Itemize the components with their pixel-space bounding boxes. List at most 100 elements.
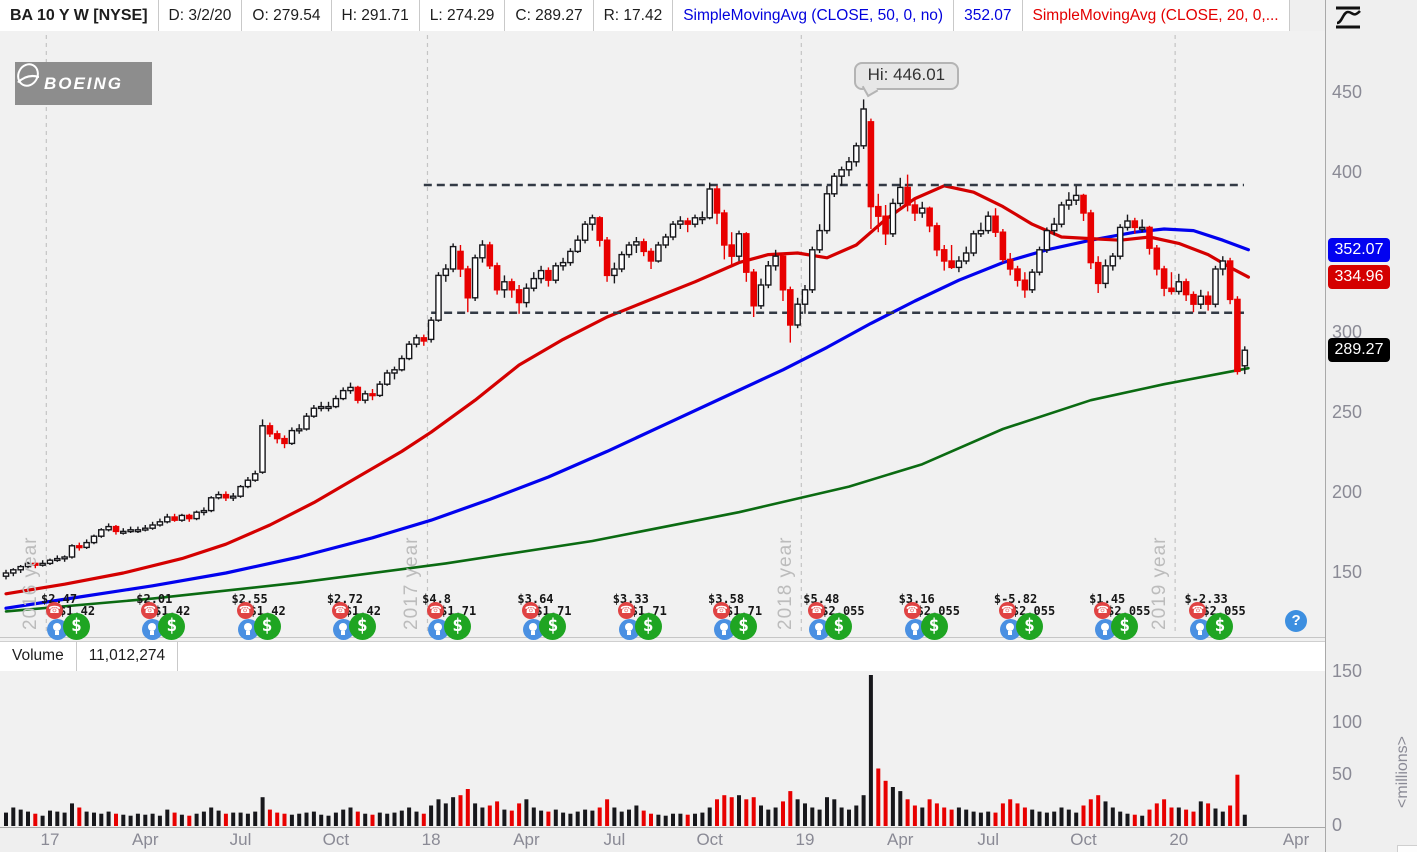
indicator-tool-icon[interactable] (1332, 4, 1366, 30)
sma50-line[interactable] (4, 227, 1251, 610)
candle-body (618, 253, 625, 270)
candle-body (442, 268, 450, 277)
candle-body (339, 389, 347, 400)
volume-bar (671, 813, 675, 826)
time-axis-tick: Oct (322, 830, 350, 849)
toolbar-cell[interactable]: D: 3/2/20 (158, 0, 243, 31)
candle-body (794, 303, 801, 326)
volume-bar (597, 807, 602, 826)
candle-body (948, 260, 955, 269)
help-icon[interactable]: ? (1285, 610, 1308, 632)
candle-body (75, 545, 83, 549)
candle-body (1138, 226, 1146, 230)
price-chart-pane[interactable]: BOEING Hi: 446.01 $2.47 $1.42 ☎ $ $2.01 $1.42… (0, 31, 1325, 640)
volume-bar (62, 812, 67, 826)
dividend-dollar-icon[interactable]: $ (634, 613, 662, 640)
candle-body (1080, 194, 1087, 214)
toolbar-cell[interactable]: O: 279.54 (242, 0, 332, 31)
dividend-dollar-icon[interactable]: $ (348, 613, 376, 640)
dividend-dollar-icon[interactable]: $ (62, 613, 90, 640)
candle-body (1058, 204, 1065, 225)
earnings-call-icon[interactable]: ☎ (998, 602, 1016, 619)
volume-bar (517, 803, 522, 826)
chart-toolbar: BA 10 Y W [NYSE] D: 3/2/20 O: 279.54 H: 291… (0, 0, 1417, 32)
volume-bar (1206, 803, 1211, 826)
candles-layer[interactable] (2, 99, 1249, 580)
toolbar-cell[interactable]: SimpleMovingAvg (CLOSE, 20, 0,... (1022, 0, 1290, 31)
time-axis-tick: 17 (40, 830, 60, 849)
candle-body (251, 473, 259, 481)
candle-body (1168, 287, 1175, 293)
toolbar-cell[interactable]: H: 291.71 (331, 0, 420, 31)
candle-body (977, 229, 985, 235)
candle-body (603, 239, 611, 277)
dividend-dollar-icon[interactable]: $ (730, 613, 757, 640)
price-axis-tick: 200 (1332, 482, 1363, 502)
candle-body (46, 559, 54, 565)
volume-bar (612, 807, 617, 826)
volume-indicator-label[interactable]: Volume (0, 642, 77, 671)
candle-body (310, 407, 318, 417)
volume-bar (1044, 812, 1049, 826)
candle-body (391, 369, 398, 374)
dividend-dollar-icon[interactable]: $ (920, 613, 948, 640)
candle-body (178, 514, 186, 521)
volume-bar (1096, 795, 1101, 826)
toolbar-cell[interactable]: R: 17.42 (593, 0, 674, 31)
volume-bar (179, 814, 184, 826)
candle-body (420, 337, 428, 342)
candle-body (1197, 295, 1205, 305)
candle-body (1021, 279, 1029, 291)
volume-bar (326, 815, 331, 826)
candle-body (1234, 298, 1241, 373)
year-label: 2016 year (20, 536, 42, 630)
volume-bar (70, 803, 74, 826)
price-axis[interactable]: <millions> 450400350300250200150352.0733… (1325, 0, 1417, 852)
candle-body (640, 241, 647, 253)
toolbar-cell[interactable]: SimpleMovingAvg (CLOSE, 50, 0, no) (673, 0, 955, 31)
earnings-call-icon[interactable]: ☎ (617, 602, 635, 619)
toolbar-cell[interactable]: C: 289.27 (505, 0, 594, 31)
volume-bar (26, 811, 30, 826)
earnings-call-icon[interactable]: ☎ (236, 602, 254, 619)
volume-chart-pane[interactable] (0, 671, 1325, 828)
dividend-dollar-icon[interactable]: $ (253, 613, 281, 640)
symbol-timeframe-cell[interactable]: BA 10 Y W [NYSE] (0, 0, 159, 31)
volume-bar (348, 807, 353, 826)
earnings-call-icon[interactable]: ☎ (427, 602, 445, 619)
volume-bar (531, 807, 536, 826)
dividend-dollar-icon[interactable]: $ (1015, 613, 1043, 640)
time-axis-tick: 20 (1169, 830, 1189, 849)
earnings-call-icon[interactable]: ☎ (331, 602, 349, 619)
volume-bar (223, 813, 228, 826)
candle-body (904, 186, 911, 206)
candle-body (611, 268, 618, 277)
earnings-call-icon[interactable]: ☎ (45, 602, 63, 619)
candle-body (684, 220, 691, 225)
time-axis[interactable]: 17 Apr Jul Oct 18 Apr Jul Oct 19 Apr Jul Oct 20 Apr (0, 828, 1325, 852)
sma200-line[interactable] (4, 366, 1250, 613)
dividend-dollar-icon[interactable]: $ (444, 613, 472, 640)
candle-body (134, 529, 142, 533)
volume-bars-layer[interactable] (4, 675, 1247, 826)
earnings-call-icon[interactable]: ☎ (713, 602, 730, 619)
candle-body (193, 511, 200, 520)
toolbar-cell[interactable]: L: 274.29 (419, 0, 506, 31)
volume-bar (1140, 815, 1145, 826)
volume-bar (854, 805, 859, 826)
volume-chart-canvas[interactable] (0, 671, 1325, 827)
candle-body (141, 527, 149, 531)
boeing-logo-icon (17, 63, 39, 87)
volume-bar (956, 807, 961, 826)
toolbar-cell[interactable]: 352.07 (954, 0, 1023, 31)
volume-bar (502, 809, 507, 826)
volume-bar (1220, 811, 1225, 826)
volume-bar (289, 814, 294, 826)
dividend-dollar-icon[interactable]: $ (1111, 613, 1139, 640)
candle-body (699, 217, 706, 221)
price-chart-canvas[interactable] (0, 31, 1325, 671)
volume-bar (421, 813, 426, 826)
candle-body (61, 556, 68, 560)
candle-body (163, 516, 171, 523)
earnings-call-icon[interactable]: ☎ (903, 602, 921, 619)
